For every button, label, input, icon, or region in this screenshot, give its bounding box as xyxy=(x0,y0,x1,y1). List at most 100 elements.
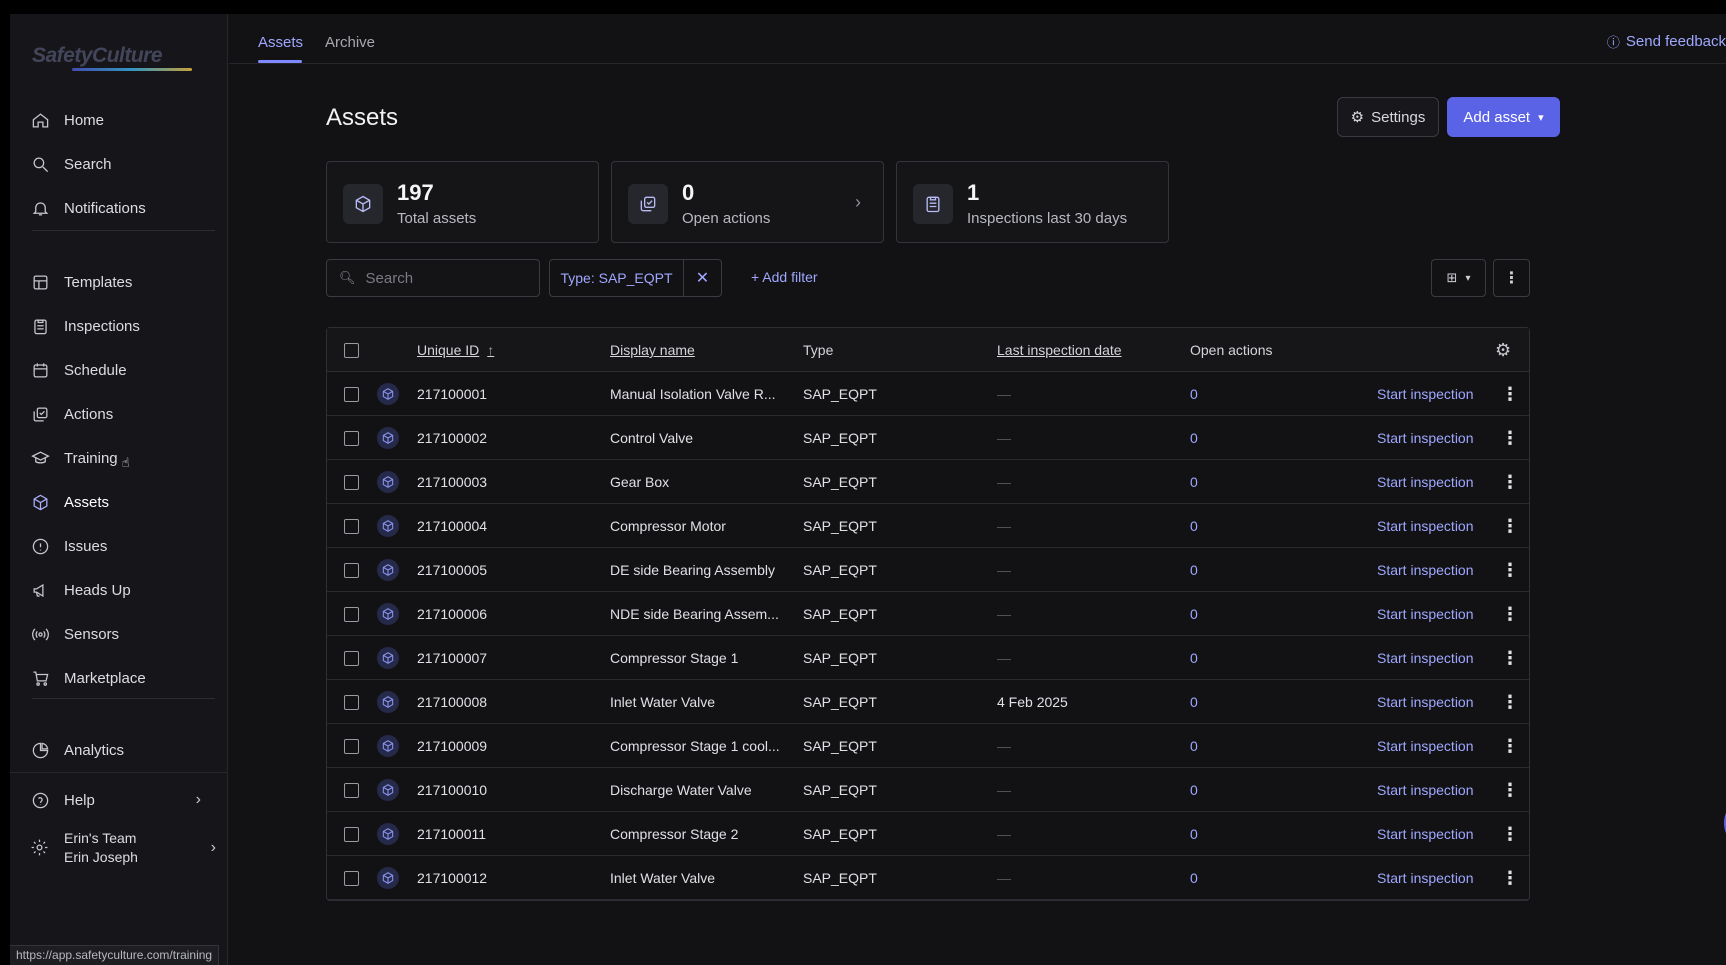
start-inspection-link[interactable]: Start inspection xyxy=(1377,548,1474,592)
row-checkbox[interactable] xyxy=(344,636,359,680)
cell-open-actions[interactable]: 0 xyxy=(1190,592,1198,636)
cell-open-actions[interactable]: 0 xyxy=(1190,372,1198,416)
table-row[interactable]: 217100011 Compressor Stage 2 SAP_EQPT — … xyxy=(327,812,1529,856)
start-inspection-link[interactable]: Start inspection xyxy=(1377,768,1474,812)
table-row[interactable]: 217100007 Compressor Stage 1 SAP_EQPT — … xyxy=(327,636,1529,680)
sidebar-item-home[interactable]: Home xyxy=(30,102,215,138)
sidebar-item-search[interactable]: Search xyxy=(30,146,215,182)
settings-button[interactable]: ⚙ Settings xyxy=(1337,97,1439,137)
filter-chip-type[interactable]: Type: SAP_EQPT ✕ xyxy=(549,259,722,297)
row-checkbox[interactable] xyxy=(344,416,359,460)
start-inspection-link[interactable]: Start inspection xyxy=(1377,856,1474,900)
row-checkbox[interactable] xyxy=(344,504,359,548)
start-inspection-link[interactable]: Start inspection xyxy=(1377,812,1474,856)
table-row[interactable]: 217100009 Compressor Stage 1 cool... SAP… xyxy=(327,724,1529,768)
cell-open-actions[interactable]: 0 xyxy=(1190,460,1198,504)
table-row[interactable]: 217100012 Inlet Water Valve SAP_EQPT — 0… xyxy=(327,856,1529,900)
sidebar-item-marketplace[interactable]: Marketplace xyxy=(30,660,215,696)
stat-card-open-actions[interactable]: 0 Open actions › xyxy=(611,161,884,243)
sidebar-item-templates[interactable]: Templates xyxy=(30,264,215,300)
start-inspection-link[interactable]: Start inspection xyxy=(1377,416,1474,460)
add-asset-button[interactable]: Add asset ▾ xyxy=(1447,97,1560,137)
row-checkbox[interactable] xyxy=(344,812,359,856)
sidebar-item-schedule[interactable]: Schedule xyxy=(30,352,215,388)
select-all-checkbox[interactable] xyxy=(344,328,359,372)
sidebar-item-inspections[interactable]: Inspections xyxy=(30,308,215,344)
table-row[interactable]: 217100006 NDE side Bearing Assem... SAP_… xyxy=(327,592,1529,636)
row-checkbox[interactable] xyxy=(344,680,359,724)
row-more-options-button[interactable]: ⋮ xyxy=(1501,372,1519,416)
user-menu[interactable]: Erin's Team Erin Joseph › xyxy=(30,826,220,870)
row-more-options-button[interactable]: ⋮ xyxy=(1501,548,1519,592)
sidebar-item-actions[interactable]: Actions xyxy=(30,396,215,432)
column-last-inspection-date[interactable]: Last inspection date xyxy=(997,328,1122,372)
cell-open-actions[interactable]: 0 xyxy=(1190,680,1198,724)
cell-display-name[interactable]: Discharge Water Valve xyxy=(610,768,752,812)
table-row[interactable]: 217100003 Gear Box SAP_EQPT — 0 Start in… xyxy=(327,460,1529,504)
table-row[interactable]: 217100005 DE side Bearing Assembly SAP_E… xyxy=(327,548,1529,592)
row-more-options-button[interactable]: ⋮ xyxy=(1501,680,1519,724)
start-inspection-link[interactable]: Start inspection xyxy=(1377,636,1474,680)
cell-display-name[interactable]: Compressor Stage 1 xyxy=(610,636,738,680)
row-more-options-button[interactable]: ⋮ xyxy=(1501,460,1519,504)
start-inspection-link[interactable]: Start inspection xyxy=(1377,592,1474,636)
start-inspection-link[interactable]: Start inspection xyxy=(1377,372,1474,416)
table-row[interactable]: 217100001 Manual Isolation Valve R... SA… xyxy=(327,372,1529,416)
tab-archive[interactable]: Archive xyxy=(325,34,375,51)
sidebar-item-analytics[interactable]: Analytics xyxy=(30,732,215,768)
cell-open-actions[interactable]: 0 xyxy=(1190,548,1198,592)
sidebar-item-sensors[interactable]: Sensors xyxy=(30,616,215,652)
row-more-options-button[interactable]: ⋮ xyxy=(1501,416,1519,460)
row-checkbox[interactable] xyxy=(344,768,359,812)
row-more-options-button[interactable]: ⋮ xyxy=(1501,636,1519,680)
view-toggle-button[interactable]: ⊞ ▾ xyxy=(1431,259,1486,297)
table-row[interactable]: 217100002 Control Valve SAP_EQPT — 0 Sta… xyxy=(327,416,1529,460)
cell-display-name[interactable]: Compressor Stage 2 xyxy=(610,812,738,856)
cell-open-actions[interactable]: 0 xyxy=(1190,812,1198,856)
send-feedback-link[interactable]: ⓘ Send feedback xyxy=(1607,32,1726,51)
sidebar-item-help[interactable]: Help › xyxy=(30,782,215,818)
cell-display-name[interactable]: Gear Box xyxy=(610,460,669,504)
sidebar-item-heads-up[interactable]: Heads Up xyxy=(30,572,215,608)
cell-display-name[interactable]: NDE side Bearing Assem... xyxy=(610,592,779,636)
add-filter-button[interactable]: + Add filter xyxy=(751,269,818,285)
table-settings-button[interactable]: ⚙ xyxy=(1495,328,1511,372)
table-row[interactable]: 217100004 Compressor Motor SAP_EQPT — 0 … xyxy=(327,504,1529,548)
cell-display-name[interactable]: Compressor Motor xyxy=(610,504,726,548)
search-input[interactable] xyxy=(365,269,526,287)
cell-display-name[interactable]: Compressor Stage 1 cool... xyxy=(610,724,780,768)
row-more-options-button[interactable]: ⋮ xyxy=(1501,856,1519,900)
row-more-options-button[interactable]: ⋮ xyxy=(1501,592,1519,636)
cell-open-actions[interactable]: 0 xyxy=(1190,768,1198,812)
sidebar-item-issues[interactable]: Issues xyxy=(30,528,215,564)
cell-open-actions[interactable]: 0 xyxy=(1190,636,1198,680)
tab-assets[interactable]: Assets xyxy=(258,34,303,51)
row-checkbox[interactable] xyxy=(344,548,359,592)
row-checkbox[interactable] xyxy=(344,856,359,900)
table-row[interactable]: 217100010 Discharge Water Valve SAP_EQPT… xyxy=(327,768,1529,812)
cell-display-name[interactable]: Inlet Water Valve xyxy=(610,680,715,724)
start-inspection-link[interactable]: Start inspection xyxy=(1377,680,1474,724)
cell-display-name[interactable]: Control Valve xyxy=(610,416,693,460)
start-inspection-link[interactable]: Start inspection xyxy=(1377,724,1474,768)
sidebar-item-notifications[interactable]: Notifications xyxy=(30,190,215,226)
row-checkbox[interactable] xyxy=(344,460,359,504)
more-options-button[interactable]: ⋮ xyxy=(1493,259,1530,297)
row-more-options-button[interactable]: ⋮ xyxy=(1501,724,1519,768)
start-inspection-link[interactable]: Start inspection xyxy=(1377,460,1474,504)
cell-open-actions[interactable]: 0 xyxy=(1190,856,1198,900)
cell-open-actions[interactable]: 0 xyxy=(1190,416,1198,460)
cell-display-name[interactable]: DE side Bearing Assembly xyxy=(610,548,775,592)
column-display-name[interactable]: Display name xyxy=(610,328,695,372)
cell-open-actions[interactable]: 0 xyxy=(1190,504,1198,548)
sidebar-item-assets[interactable]: Assets xyxy=(30,484,215,520)
row-checkbox[interactable] xyxy=(344,372,359,416)
sidebar-item-training[interactable]: Training ☝ xyxy=(30,440,215,476)
row-checkbox[interactable] xyxy=(344,724,359,768)
column-unique-id[interactable]: Unique ID ↑ xyxy=(417,328,494,372)
row-more-options-button[interactable]: ⋮ xyxy=(1501,504,1519,548)
cell-display-name[interactable]: Manual Isolation Valve R... xyxy=(610,372,776,416)
cell-open-actions[interactable]: 0 xyxy=(1190,724,1198,768)
start-inspection-link[interactable]: Start inspection xyxy=(1377,504,1474,548)
row-checkbox[interactable] xyxy=(344,592,359,636)
